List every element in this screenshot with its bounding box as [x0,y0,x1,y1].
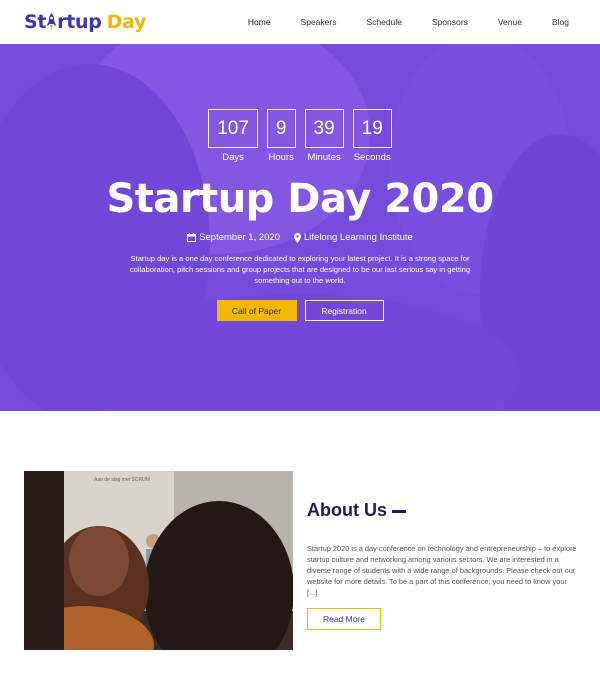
countdown-value: 107 [208,109,258,148]
nav-home[interactable]: Home [248,17,271,27]
countdown-days: 107 Days [208,109,258,163]
registration-button[interactable]: Registration [304,300,384,321]
nav-blog[interactable]: Blog [552,17,569,27]
read-more-button[interactable]: Read More [307,608,381,630]
countdown-hours: 9 Hours [266,109,296,163]
event-location: Lifelong Learning Institute [294,232,413,243]
nav-speakers[interactable]: Speakers [301,17,337,27]
countdown-value: 39 [304,109,344,148]
countdown-label: Seconds [353,152,391,163]
site-logo[interactable]: St rtup Day [24,11,146,33]
about-heading-text: About Us [307,500,387,520]
conference-photo: Aan de slag met SCRUM [24,471,293,650]
nav-venue[interactable]: Venue [498,17,522,27]
slide-text: Aan de slag met SCRUM [94,477,150,483]
countdown-value: 9 [266,109,296,148]
countdown-timer: 107 Days 9 Hours 39 Minutes 19 Seconds [0,109,600,163]
hero-section: 107 Days 9 Hours 39 Minutes 19 Seconds S… [0,44,600,411]
heading-dash [392,509,406,513]
event-title: Startup Day 2020 [106,176,494,222]
top-navbar: St rtup Day Home Speakers Schedule Spons… [0,0,600,44]
logo-text-start: St [24,11,47,33]
hero-buttons: Call of Paper Registration [0,300,600,321]
countdown-label: Days [222,152,244,163]
rocket-icon [46,13,57,31]
countdown-value: 19 [352,109,392,148]
about-heading: About Us [307,500,406,521]
countdown-label: Minutes [307,152,341,163]
countdown-label: Hours [268,152,294,163]
calendar-icon [187,233,197,242]
event-description: Startup day is a one day conference dedi… [129,254,471,285]
event-meta: September 1, 2020 Lifelong Learning Inst… [0,232,600,243]
hero-content: 107 Days 9 Hours 39 Minutes 19 Seconds S… [0,44,600,411]
map-marker-icon [294,232,301,243]
about-text: Startup 2020 is a day conference on tech… [307,544,577,597]
event-date-text: September 1, 2020 [199,232,280,243]
about-image: Aan de slag met SCRUM [24,471,293,650]
event-date: September 1, 2020 [187,232,280,243]
countdown-seconds: 19 Seconds [352,109,392,163]
logo-text-day: Day [106,11,147,33]
nav-schedule[interactable]: Schedule [366,17,401,27]
logo-text-mid: rtup [57,11,102,33]
main-menu: Home Speakers Schedule Sponsors Venue Bl… [218,0,569,44]
nav-sponsors[interactable]: Sponsors [432,17,468,27]
countdown-minutes: 39 Minutes [304,109,344,163]
event-location-text: Lifelong Learning Institute [304,232,413,243]
call-of-paper-button[interactable]: Call of Paper [216,300,297,321]
